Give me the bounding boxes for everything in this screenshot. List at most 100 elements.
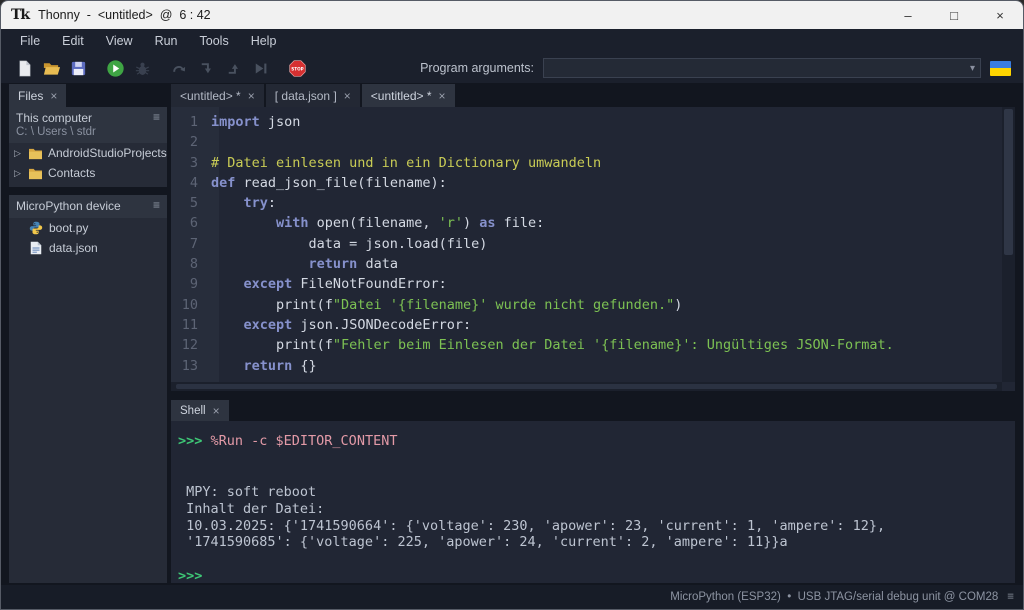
statusbar: MicroPython (ESP32) • USB JTAG/serial de… <box>1 585 1023 609</box>
interpreter-status[interactable]: MicroPython (ESP32) • USB JTAG/serial de… <box>670 591 998 603</box>
expand-chevron-icon[interactable]: ▷ <box>14 148 23 159</box>
shell-line: 10.03.2025: {'1741590664': {'voltage': 2… <box>178 518 1015 535</box>
save-file-button[interactable] <box>67 57 89 79</box>
tab-close-icon[interactable]: × <box>439 89 446 103</box>
ukraine-flag-icon <box>990 61 1011 76</box>
code-text: print(f"Datei '{filename}' wurde nicht g… <box>211 295 682 315</box>
menu-help[interactable]: Help <box>240 34 288 48</box>
this-computer-path: C: \ Users \ stdr <box>16 126 160 138</box>
code-line-12: 12 print(f"Fehler beim Einlesen der Date… <box>171 335 1001 355</box>
editor-horizontal-scrollbar[interactable] <box>171 382 1002 391</box>
editor-tab-label: [ data.json ] <box>275 89 337 103</box>
menubar: FileEditViewRunToolsHelp <box>1 29 1023 53</box>
program-arguments-label: Program arguments: <box>420 61 534 75</box>
toolbar-buttons: STOP <box>13 57 313 79</box>
shell-line: MPY: soft reboot <box>178 484 1015 501</box>
shell-line: >>> %Run -c $EDITOR_CONTENT <box>178 433 1015 450</box>
expand-chevron-icon[interactable]: ▷ <box>14 168 23 179</box>
code-line-11: 11 except json.JSONDecodeError: <box>171 315 1001 335</box>
code-line-13: 13 return {} <box>171 356 1001 376</box>
code-text: print(f"Fehler beim Einlesen der Datei '… <box>211 335 894 355</box>
debug-script-button[interactable] <box>131 57 153 79</box>
folder-icon <box>28 147 43 160</box>
line-number: 6 <box>171 213 211 233</box>
statusbar-menu-icon[interactable]: ≡ <box>1007 591 1014 603</box>
line-number: 5 <box>171 193 211 213</box>
shell-tab[interactable]: Shell × <box>171 400 229 421</box>
editor-tab-0[interactable]: <untitled> * × <box>171 84 264 107</box>
code-line-5: 5 try: <box>171 193 1001 213</box>
close-button[interactable]: × <box>977 1 1023 29</box>
tree-item-contacts[interactable]: ▷ Contacts <box>9 163 167 183</box>
tree-item-label: Contacts <box>48 166 95 180</box>
line-number: 11 <box>171 315 211 335</box>
tab-close-icon[interactable]: × <box>248 89 255 103</box>
editor-tab-1[interactable]: [ data.json ] × <box>266 84 360 107</box>
step-into-button[interactable] <box>195 57 217 79</box>
main-area: Files × This computer C: \ Users \ stdr … <box>1 83 1023 585</box>
stop-restart-button[interactable]: STOP <box>286 57 308 79</box>
thonny-window: Tk Thonny - <untitled> @ 6 : 42 – □ × Fi… <box>0 0 1024 610</box>
files-sidebar: Files × This computer C: \ Users \ stdr … <box>9 83 167 583</box>
files-tabstrip: Files × <box>9 83 167 107</box>
code-text: def read_json_file(filename): <box>211 173 447 193</box>
program-arguments-input[interactable]: ▾ <box>543 58 981 78</box>
resume-button[interactable] <box>249 57 271 79</box>
line-number: 10 <box>171 295 211 315</box>
device-file-list: boot.pydata.json <box>9 218 167 583</box>
code-text: data = json.load(file) <box>211 234 487 254</box>
files-tab-close-icon[interactable]: × <box>50 89 57 103</box>
chevron-down-icon[interactable]: ▾ <box>970 63 975 74</box>
tree-item-androidstudioprojects[interactable]: ▷AndroidStudioProjects <box>9 143 167 163</box>
device-title: MicroPython device <box>16 199 160 213</box>
open-file-button[interactable] <box>40 57 62 79</box>
this-computer-header[interactable]: This computer C: \ Users \ stdr ≡ <box>9 107 167 143</box>
code-line-6: 6 with open(filename, 'r') as file: <box>171 213 1001 233</box>
shell-line <box>178 551 1015 568</box>
menu-view[interactable]: View <box>95 34 144 48</box>
device-panel-menu-icon[interactable]: ≡ <box>153 198 160 212</box>
menu-file[interactable]: File <box>9 34 51 48</box>
code-line-3: 3# Datei einlesen und in ein Dictionary … <box>171 153 1001 173</box>
maximize-button[interactable]: □ <box>931 1 977 29</box>
menu-edit[interactable]: Edit <box>51 34 95 48</box>
editor-tab-label: <untitled> * <box>180 89 241 103</box>
program-arguments-group: Program arguments: ▾ <box>420 58 1011 78</box>
code-editor[interactable]: 1import json23# Datei einlesen und in ei… <box>171 107 1015 391</box>
shell-panel[interactable]: >>> %Run -c $EDITOR_CONTENT MPY: soft re… <box>171 421 1015 583</box>
line-number: 4 <box>171 173 211 193</box>
minimize-button[interactable]: – <box>885 1 931 29</box>
menu-run[interactable]: Run <box>144 34 189 48</box>
device-item-data.json[interactable]: data.json <box>9 238 167 258</box>
tab-close-icon[interactable]: × <box>344 89 351 103</box>
thonny-app-icon: Tk <box>11 7 29 23</box>
line-number: 12 <box>171 335 211 355</box>
step-over-icon <box>170 59 189 78</box>
line-number: 2 <box>171 132 211 152</box>
menu-tools[interactable]: Tools <box>189 34 240 48</box>
resume-icon <box>251 59 270 78</box>
code-line-8: 8 return data <box>171 254 1001 274</box>
titlebar: Tk Thonny - <untitled> @ 6 : 42 – □ × <box>1 1 1023 29</box>
folder-icon <box>28 167 43 180</box>
line-number: 1 <box>171 112 211 132</box>
code-line-2: 2 <box>171 132 1001 152</box>
editor-shell-divider[interactable] <box>171 391 1015 399</box>
editor-tabstrip: <untitled> *×[ data.json ]×<untitled> *× <box>171 83 1015 107</box>
new-file-button[interactable] <box>13 57 35 79</box>
code-text: except FileNotFoundError: <box>211 274 447 294</box>
files-panel-menu-icon[interactable]: ≡ <box>153 110 160 124</box>
shell-tab-close-icon[interactable]: × <box>213 404 220 418</box>
files-tab[interactable]: Files × <box>9 84 66 107</box>
device-item-boot.py[interactable]: boot.py <box>9 218 167 238</box>
step-over-button[interactable] <box>168 57 190 79</box>
run-script-button[interactable] <box>104 57 126 79</box>
device-header[interactable]: MicroPython device ≡ <box>9 195 167 218</box>
code-text: import json <box>211 112 300 132</box>
editor-tab-2[interactable]: <untitled> *× <box>362 84 455 107</box>
editor-vertical-scrollbar[interactable] <box>1002 107 1015 382</box>
window-controls: – □ × <box>885 1 1023 29</box>
line-number: 9 <box>171 274 211 294</box>
step-out-button[interactable] <box>222 57 244 79</box>
line-number: 8 <box>171 254 211 274</box>
